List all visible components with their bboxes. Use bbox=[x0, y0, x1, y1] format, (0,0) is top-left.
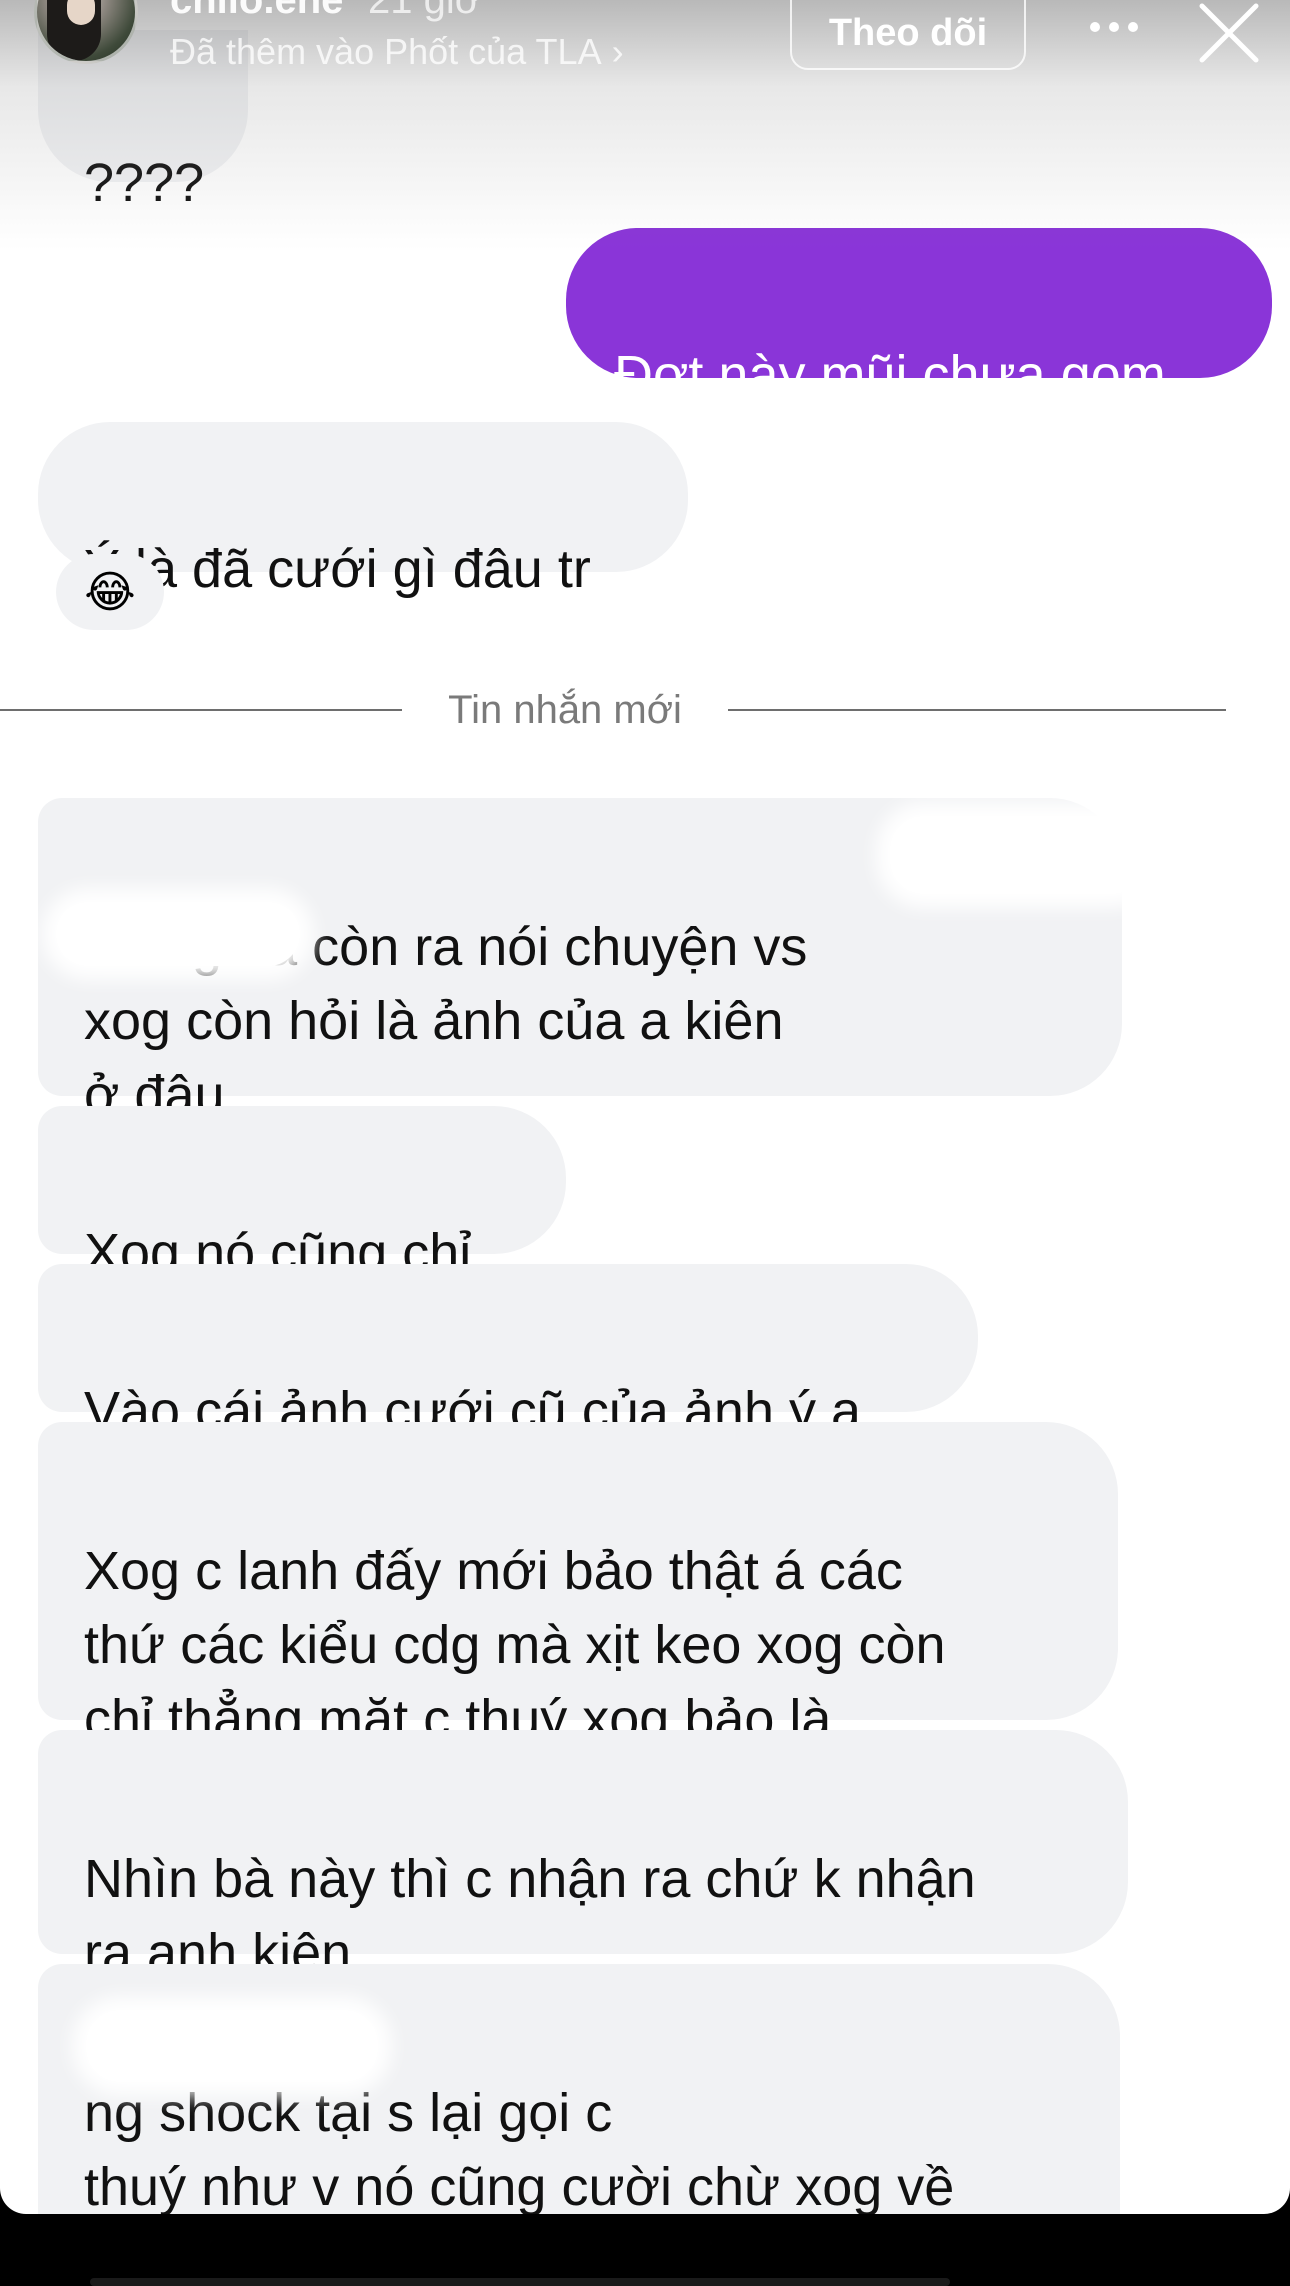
redaction-mark bbox=[86, 2010, 378, 2082]
close-icon bbox=[1199, 3, 1259, 63]
post-time: 21 giờ bbox=[368, 0, 481, 22]
received-message: À xog bả còn ra nói chuyện vs xog còn hỏ… bbox=[38, 798, 1146, 1125]
added-to-collection-link[interactable]: Đã thêm vào Phốt của TLA › bbox=[170, 28, 624, 76]
home-indicator bbox=[90, 2278, 950, 2286]
received-message: Nhìn bà này thì c nhận ra chứ k nhận ra … bbox=[38, 1730, 1128, 1983]
message-text: Xog c lanh đấy mới bảo thật á các thứ cá… bbox=[84, 1541, 946, 1749]
more-horizontal-icon bbox=[1090, 22, 1138, 32]
more-options-button[interactable] bbox=[1078, 0, 1150, 54]
received-message: Vào cái ảnh cưới cũ của ảnh ý ạ bbox=[38, 1264, 978, 1441]
divider-line bbox=[728, 709, 1226, 711]
chevron-right-icon: › bbox=[611, 31, 624, 72]
divider-line bbox=[0, 709, 402, 711]
story-header: chilo.ene 21 giờ Đã thêm vào Phốt của TL… bbox=[0, 0, 1290, 250]
message-text: Nhìn bà này thì c nhận ra chứ k nhận ra … bbox=[84, 1849, 976, 1983]
received-message: Xog nó cũng chỉ bbox=[38, 1106, 566, 1283]
received-message: ng shock tại s lại gọi c thuý như v nó c… bbox=[38, 1964, 1120, 2214]
redaction-mark bbox=[56, 902, 300, 966]
sent-message: Đợt này mũi chưa gom bbox=[566, 228, 1272, 405]
new-messages-divider: Tin nhắn mới bbox=[0, 680, 1230, 740]
added-to-collection-text: Đã thêm vào Phốt của TLA bbox=[170, 31, 602, 72]
received-message: Ý là đã cưới gì đâu tr bbox=[38, 422, 688, 599]
story-canvas: ???? Đợt này mũi chưa gom Ý là đã cưới g… bbox=[0, 0, 1290, 2214]
laughing-tears-emoji-icon: 😂 bbox=[84, 566, 136, 618]
received-message: Xog c lanh đấy mới bảo thật á các thứ cá… bbox=[38, 1422, 1118, 1749]
message-text: Đợt này mũi chưa gom bbox=[614, 345, 1166, 405]
reaction-emoji[interactable]: 😂 bbox=[56, 554, 164, 630]
follow-button-label: Theo dõi bbox=[828, 11, 988, 54]
username[interactable]: chilo.ene bbox=[170, 0, 343, 24]
redaction-mark bbox=[890, 816, 1146, 894]
close-button[interactable] bbox=[1196, 0, 1262, 66]
avatar[interactable] bbox=[34, 0, 138, 64]
divider-label: Tin nhắn mới bbox=[448, 688, 682, 732]
message-text: ng shock tại s lại gọi c thuý như v nó c… bbox=[84, 2083, 955, 2214]
follow-button[interactable]: Theo dõi bbox=[790, 0, 1026, 70]
